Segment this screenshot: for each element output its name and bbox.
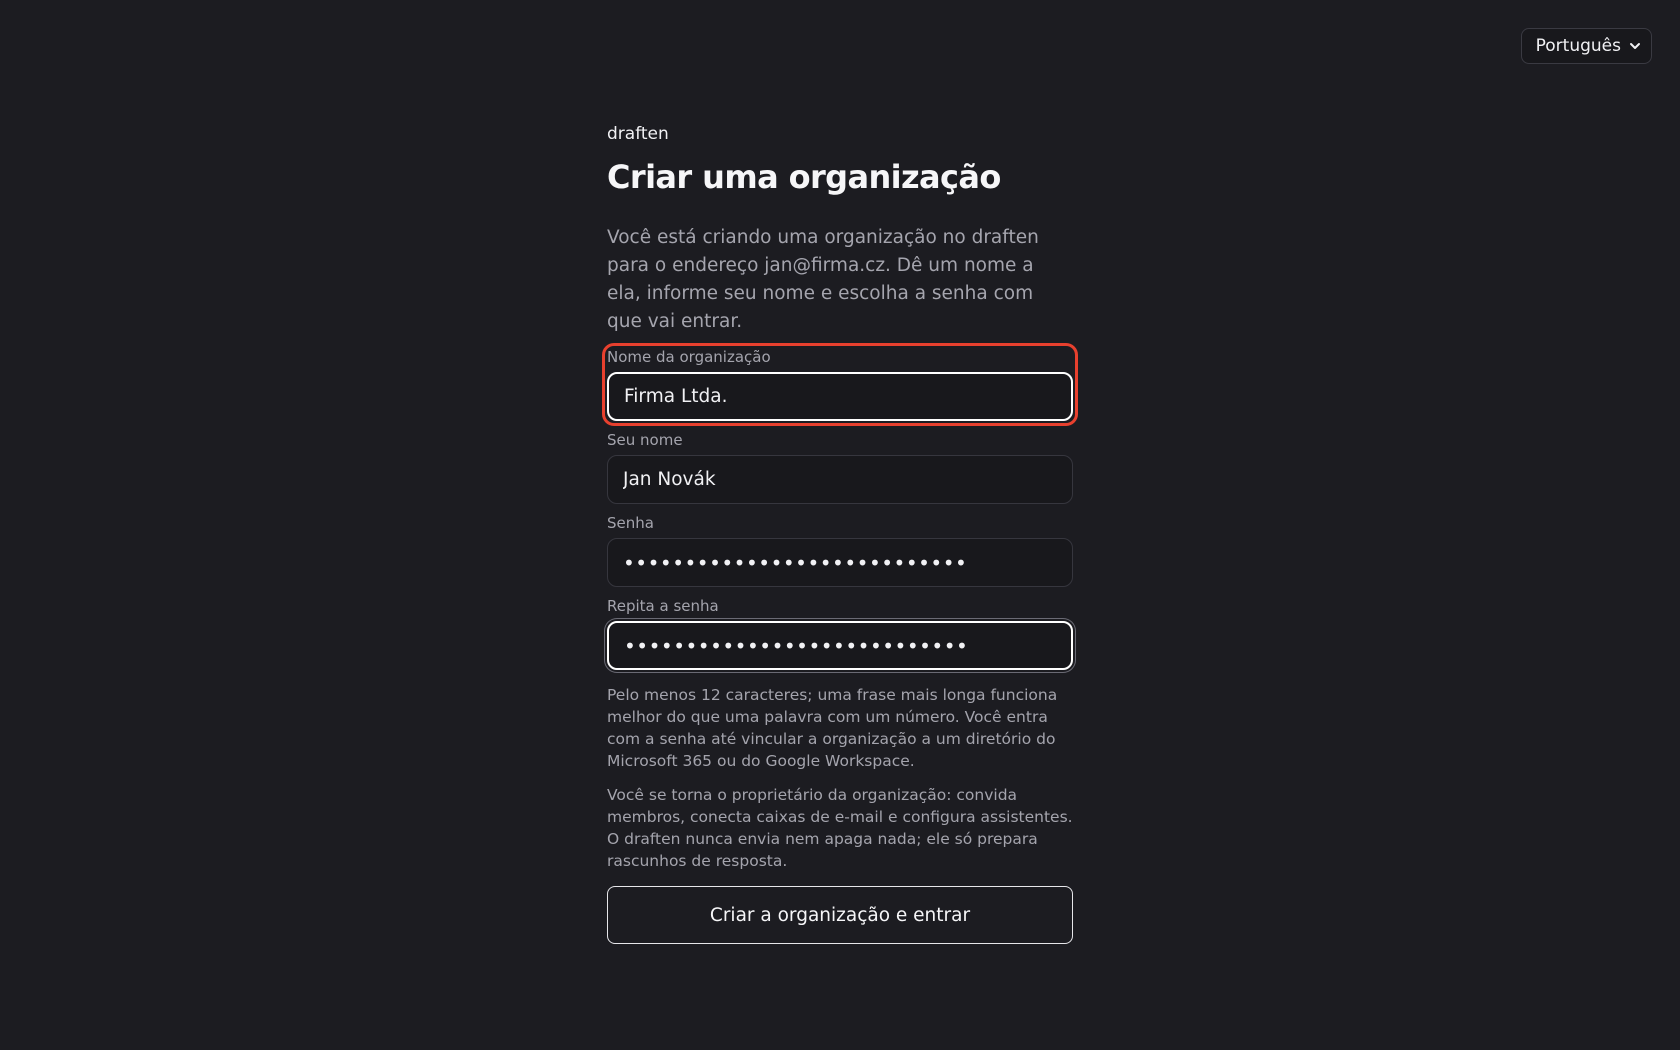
brand-name: draften	[607, 124, 669, 144]
org-name-label: Nome da organização	[607, 348, 771, 366]
password-input[interactable]	[607, 538, 1073, 587]
language-select[interactable]: Português	[1520, 28, 1652, 64]
language-selected-value: Português	[1535, 36, 1621, 56]
password-label: Senha	[607, 514, 654, 532]
language-selector-wrap: Português	[1520, 28, 1652, 64]
intro-text: Você está criando uma organização no dra…	[607, 227, 1039, 332]
create-organization-button[interactable]: Criar a organização e entrar	[607, 886, 1073, 944]
signup-form-container: draften Criar uma organização Você está …	[602, 124, 1078, 944]
org-name-input[interactable]	[607, 372, 1073, 421]
your-name-label: Seu nome	[607, 431, 683, 449]
repeat-password-field: Repita a senha	[607, 597, 1073, 670]
your-name-field: Seu nome	[607, 431, 1073, 504]
password-hint: Pelo menos 12 caracteres; uma frase mais…	[607, 686, 1058, 770]
repeat-password-label: Repita a senha	[607, 597, 719, 615]
your-name-input[interactable]	[607, 455, 1073, 504]
chevron-down-icon	[1630, 43, 1640, 49]
repeat-password-input[interactable]	[607, 621, 1073, 670]
org-name-field: Nome da organização	[602, 343, 1078, 426]
owner-hint: Você se torna o proprietário da organiza…	[607, 786, 1073, 870]
password-field: Senha	[607, 514, 1073, 587]
page-title: Criar uma organização	[607, 158, 1001, 196]
